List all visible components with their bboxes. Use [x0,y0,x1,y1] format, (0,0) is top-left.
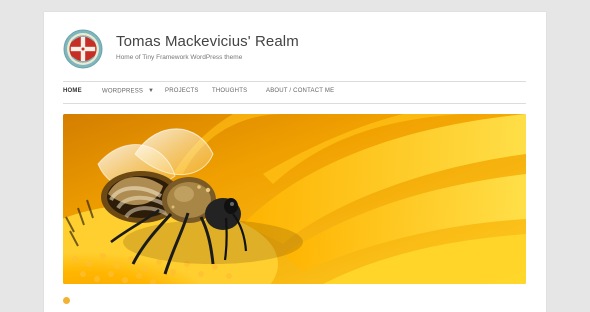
chevron-down-icon: ▼ [148,88,155,94]
nav-item-about-contact-label: ABOUT / CONTACT ME [266,88,335,94]
site-description: Home of Tiny Framework WordPress theme [116,54,243,61]
nav-item-wordpress-label: WORDPRESS [102,88,144,95]
bee-on-yellow-flower-image [63,114,526,284]
nav-item-thoughts-label: THOUGHTS [212,88,248,94]
site-header: Tomas Mackevicius' Realm Home of Tiny Fr… [63,29,523,73]
site-logo[interactable] [63,29,103,69]
nav-item-projects-label: PROJECTS [165,88,199,94]
nav-item-thoughts[interactable]: THOUGHTS [212,88,247,94]
nav-item-projects[interactable]: PROJECTS [165,88,199,94]
page-container: Tomas Mackevicius' Realm Home of Tiny Fr… [44,12,546,312]
hero-image [63,114,526,284]
nav-item-about-contact[interactable]: ABOUT / CONTACT ME [266,88,334,94]
nav-item-home[interactable]: HOME [63,88,82,94]
red-cross-emblem-icon [63,29,103,69]
bottom-strip [63,295,526,305]
nav-item-wordpress[interactable]: WORDPRESS ▼ [102,88,154,95]
post-format-icon [63,297,70,304]
nav-item-home-label: HOME [63,88,82,94]
site-title[interactable]: Tomas Mackevicius' Realm [116,33,299,50]
main-navigation: HOME WORDPRESS ▼ PROJECTS THOUGHTS ABOUT… [63,81,526,104]
